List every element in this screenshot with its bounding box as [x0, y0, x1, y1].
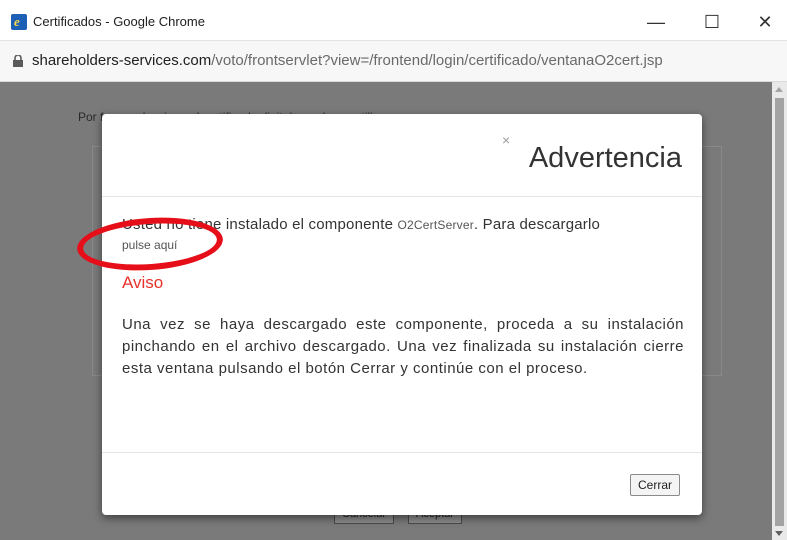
url-text[interactable]: shareholders-services.com/voto/frontserv…	[32, 52, 663, 69]
cerrar-button[interactable]: Cerrar	[629, 474, 680, 496]
warning-modal: × Advertencia Usted no tiene instalado e…	[102, 114, 702, 515]
browser-app-icon: e	[11, 14, 27, 30]
close-icon[interactable]: ×	[502, 132, 510, 148]
component-name: O2CertServer	[397, 218, 474, 232]
url-host: shareholders-services.com	[32, 52, 212, 69]
lock-icon	[13, 55, 23, 67]
modal-title: Advertencia	[528, 142, 682, 174]
message-text-end: . Para descargarlo	[473, 216, 601, 233]
missing-component-message: Usted no tiene instalado el componente O…	[122, 214, 684, 236]
window-titlebar: e Certificados - Google Chrome — ☐ ✕	[0, 0, 787, 41]
modal-header: × Advertencia	[102, 114, 702, 197]
window-title: Certificados - Google Chrome	[33, 14, 205, 29]
install-instructions: Una vez se haya descargado este componen…	[122, 316, 684, 377]
url-path: /voto/frontservlet?view=/frontend/login/…	[211, 52, 663, 69]
modal-body: Usted no tiene instalado el componente O…	[122, 214, 684, 380]
address-bar[interactable]: shareholders-services.com/voto/frontserv…	[0, 41, 787, 82]
scroll-down-arrow-icon[interactable]	[775, 531, 783, 536]
aviso-heading: Aviso	[122, 273, 164, 292]
maximize-button[interactable]: ☐	[692, 8, 732, 36]
modal-footer: Cerrar	[102, 452, 702, 516]
minimize-button[interactable]: —	[636, 8, 676, 36]
message-text-start: Usted no tiene instalado el componente	[122, 216, 398, 233]
download-link[interactable]: pulse aquí	[122, 234, 684, 256]
close-window-button[interactable]: ✕	[745, 8, 785, 36]
scroll-thumb[interactable]	[775, 98, 784, 526]
scroll-up-arrow-icon[interactable]	[775, 87, 783, 92]
vertical-scrollbar[interactable]	[772, 82, 787, 540]
